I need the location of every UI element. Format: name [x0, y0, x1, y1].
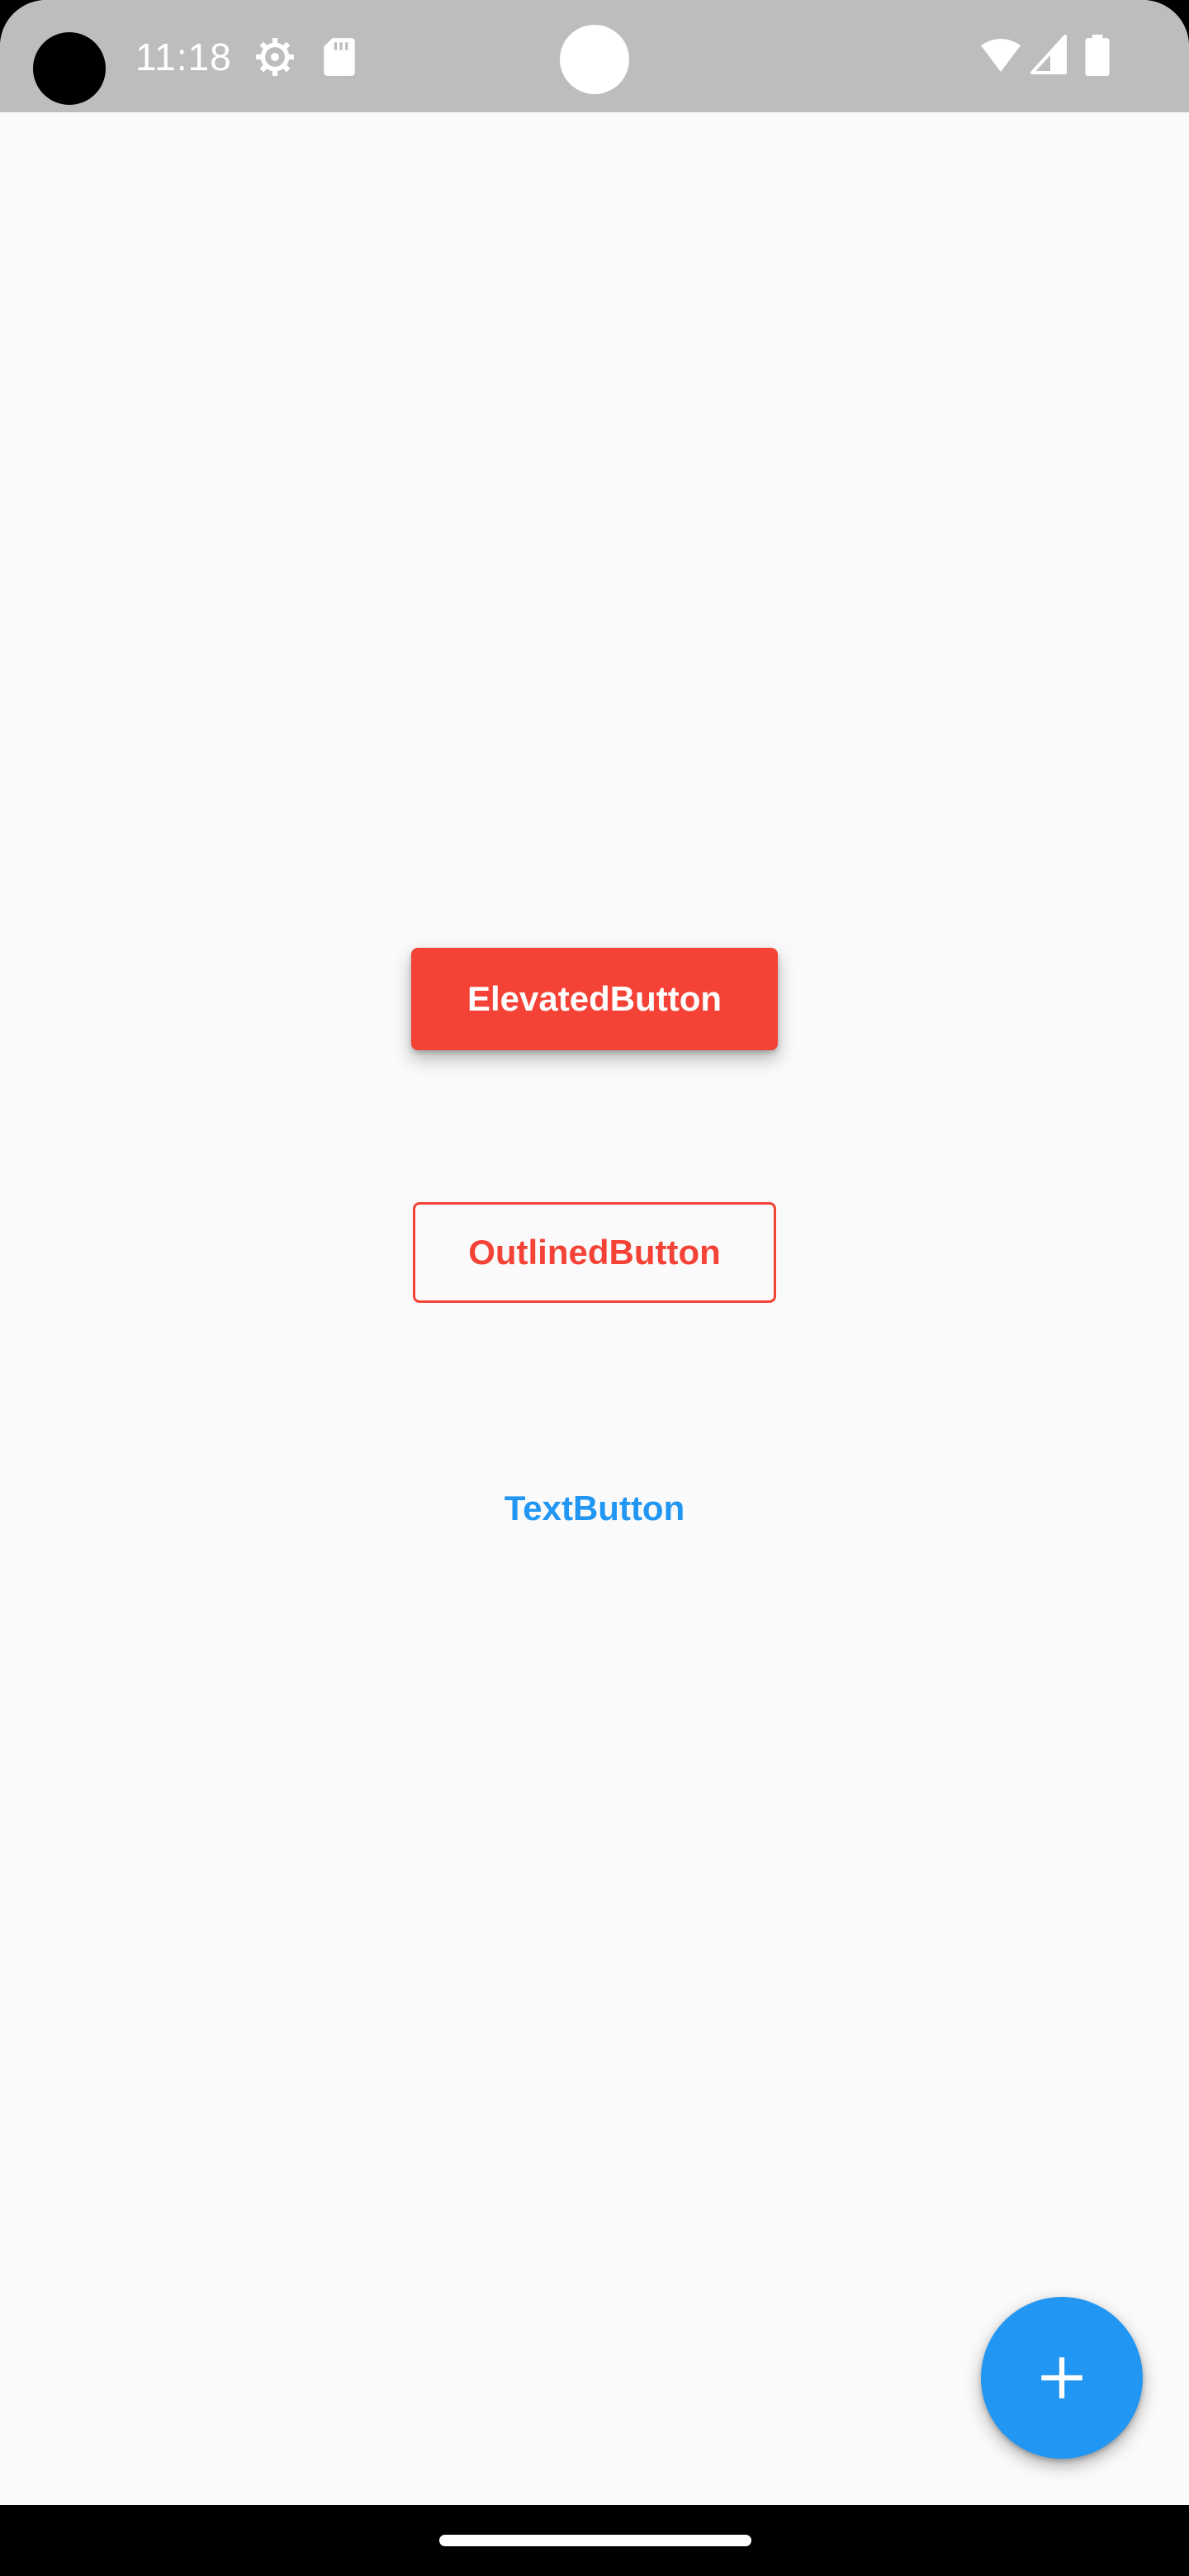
home-gesture-handle[interactable]: [439, 2535, 751, 2546]
sd-card-icon: [324, 38, 355, 76]
plus-icon: [1041, 2357, 1082, 2398]
navigation-bar: [0, 2505, 1189, 2576]
cell-signal-icon: [1030, 35, 1067, 74]
app-screen: 11:18 ElevatedButton OutlinedButton Text…: [0, 0, 1189, 2576]
battery-icon: [1085, 35, 1110, 76]
wifi-icon: [981, 39, 1021, 72]
elevated-button[interactable]: ElevatedButton: [411, 948, 778, 1050]
text-button[interactable]: TextButton: [462, 1458, 727, 1559]
gear-icon: [256, 38, 294, 76]
front-camera-dot: [560, 25, 629, 94]
status-bar: 11:18: [0, 0, 1189, 112]
add-fab-button[interactable]: [981, 2297, 1143, 2459]
outlined-button[interactable]: OutlinedButton: [413, 1202, 776, 1303]
camera-cutout: [33, 32, 106, 105]
status-time: 11:18: [135, 36, 232, 78]
